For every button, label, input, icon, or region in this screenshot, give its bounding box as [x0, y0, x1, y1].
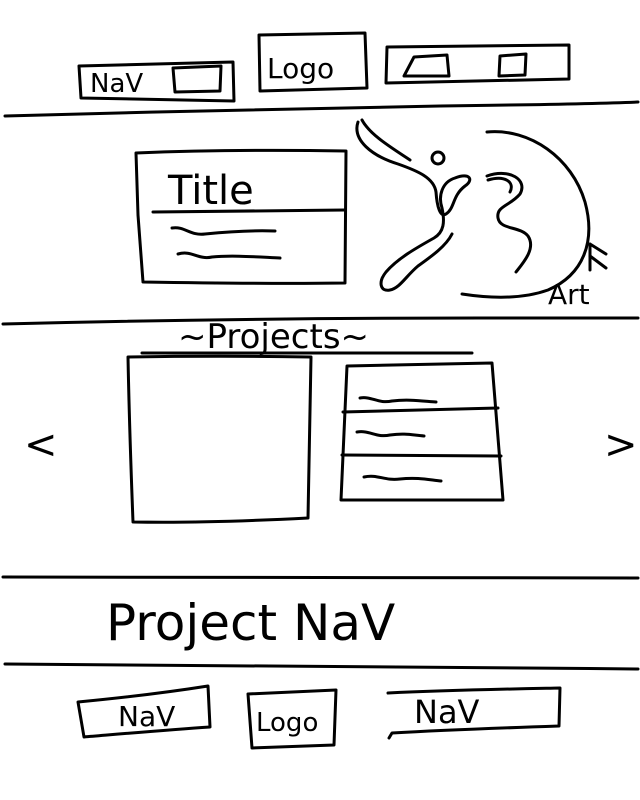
- header-logo-label: Logo: [267, 52, 334, 85]
- hero-art: Art: [355, 118, 608, 311]
- footer-nav-right-label: NaV: [414, 693, 480, 731]
- project-list-line: [362, 474, 443, 483]
- header-nav-button[interactable]: NaV: [77, 60, 236, 103]
- hero-title-card: Title: [134, 148, 348, 285]
- carousel-prev-arrow[interactable]: <: [24, 422, 58, 468]
- hero-art-label: Art: [548, 278, 590, 311]
- projects-heading: ~Projects~: [178, 317, 369, 357]
- project-list-line: [355, 430, 426, 438]
- projects-section: ~Projects~ < >: [24, 317, 638, 524]
- project-image-card[interactable]: [126, 354, 313, 524]
- wireframe-sketch: NaV Logo Title Art ~Projects~ < > Projec…: [1, 31, 640, 750]
- project-nav-divider: [3, 662, 640, 671]
- header-nav-box-icon: [171, 64, 223, 94]
- footer-logo[interactable]: Logo: [246, 688, 338, 750]
- header-window-icon: [402, 53, 451, 78]
- project-nav-label[interactable]: Project NaV: [106, 594, 395, 652]
- project-list-line: [358, 396, 438, 404]
- project-list-divider: [340, 453, 503, 458]
- projects-divider: [1, 575, 640, 580]
- project-list-divider: [341, 406, 500, 414]
- header-nav-label: NaV: [90, 69, 143, 99]
- header-logo[interactable]: Logo: [257, 31, 369, 93]
- project-list-card[interactable]: [339, 361, 505, 502]
- header-icon-group[interactable]: [384, 43, 571, 85]
- footer-nav-button-left[interactable]: NaV: [76, 684, 212, 739]
- carousel-next-arrow[interactable]: >: [604, 422, 638, 468]
- hero-text-line: [170, 226, 277, 236]
- header-divider: [3, 100, 640, 118]
- footer-nav-left-label: NaV: [118, 700, 175, 733]
- footer-logo-label: Logo: [256, 708, 318, 738]
- header-square-icon: [497, 52, 528, 78]
- footer: NaV Logo NaV: [76, 684, 562, 750]
- header: NaV Logo: [77, 31, 571, 103]
- hero-title: Title: [167, 168, 254, 214]
- hero-text-line: [176, 251, 282, 260]
- footer-nav-button-right[interactable]: NaV: [386, 686, 562, 740]
- hero-section: Title Art: [134, 118, 608, 311]
